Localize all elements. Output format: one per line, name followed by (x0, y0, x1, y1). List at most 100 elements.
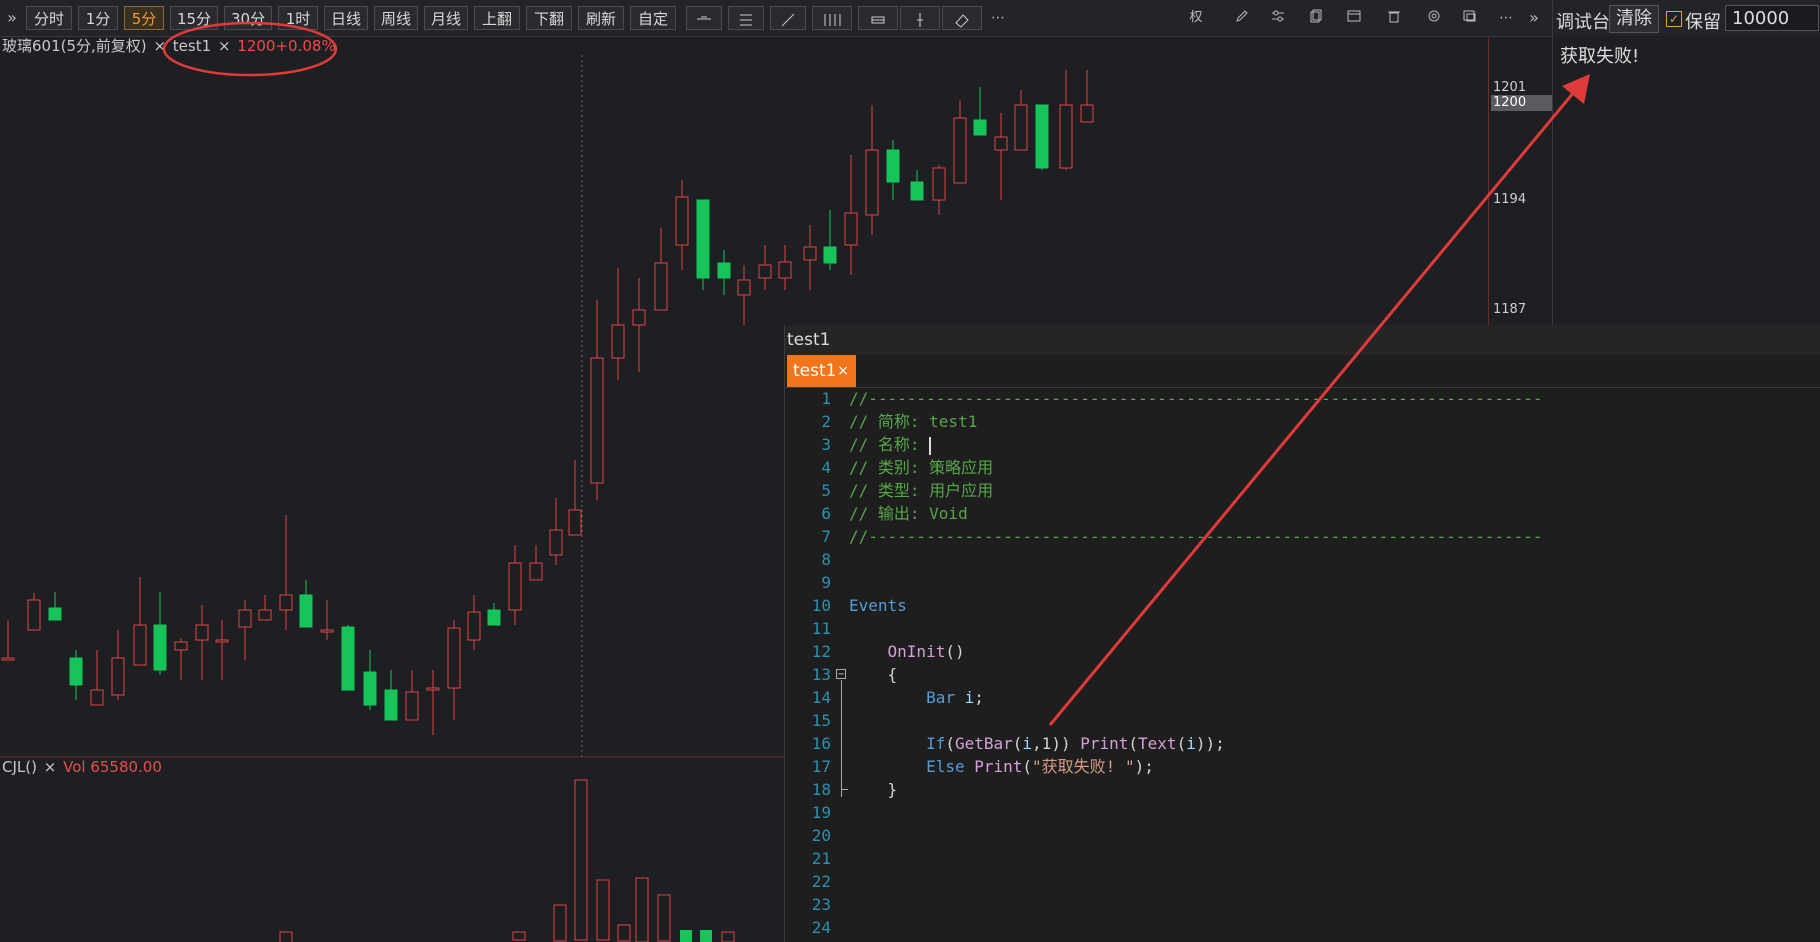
vertical-lines-button[interactable] (812, 6, 852, 30)
trash-icon[interactable] (1384, 8, 1404, 28)
line-number: 4 (821, 458, 831, 477)
candle-body (737, 279, 751, 296)
candle-body (823, 246, 837, 264)
code-line: 21 (785, 847, 1820, 870)
line-number: 14 (811, 688, 831, 707)
candle-body (717, 262, 731, 279)
candle-body (133, 624, 147, 666)
window-icon[interactable] (1344, 8, 1364, 28)
volume-bar (721, 931, 735, 942)
candle-body (932, 167, 946, 201)
candle-body (1014, 104, 1028, 151)
expand-left-icon[interactable]: » (2, 8, 22, 28)
expand-right-icon[interactable]: » (1524, 8, 1544, 28)
code-line: 4 // 类别: 策略应用 (785, 456, 1820, 479)
line-number: 24 (811, 918, 831, 937)
candle-body (973, 119, 987, 136)
candle-body (844, 212, 858, 246)
period-button-monthly[interactable]: 月线 (424, 6, 468, 30)
diagonal-line-icon (781, 13, 795, 26)
fold-toggle-icon[interactable]: − (836, 669, 846, 680)
keep-checkbox[interactable]: ✓ (1666, 11, 1682, 27)
volume-bar (553, 904, 567, 942)
target-icon[interactable] (1424, 8, 1444, 28)
tab-label: test1 (793, 361, 837, 381)
more-tools-icon[interactable]: ⋯ (988, 8, 1008, 28)
period-button-weekly[interactable]: 周线 (374, 6, 418, 30)
code-editor: test1 test1 × 1 //-----------------------… (784, 325, 1820, 942)
more-icon[interactable]: ⋯ (1496, 8, 1516, 28)
period-button-5min[interactable]: 5分 (124, 6, 164, 30)
power-adjust-icon[interactable]: 权 (1186, 8, 1206, 28)
copy-icon[interactable] (1306, 8, 1326, 28)
code-line: 7 //-------------------------------------… (785, 525, 1820, 548)
code-line: 18 } (785, 778, 1820, 801)
rectangle-tool-button[interactable] (858, 6, 898, 30)
code-text: // 类别: 策略应用 (849, 458, 994, 477)
console-header: 调试台 清除 ✓ 保留 10000 (1553, 0, 1820, 36)
hline-tool-button[interactable] (686, 6, 722, 30)
custom-button[interactable]: 自定 (630, 6, 676, 30)
line-number: 20 (811, 826, 831, 845)
refresh-button[interactable]: 刷新 (578, 6, 624, 30)
period-button-fenshi[interactable]: 分时 (26, 6, 72, 30)
code-line: 14 Bar i; (785, 686, 1820, 709)
candle-body (508, 562, 522, 611)
trendline-button[interactable] (770, 6, 806, 30)
code-text: //--------------------------------------… (849, 527, 1543, 546)
editor-tab[interactable]: test1 × (787, 355, 856, 387)
code-text: Events (849, 596, 907, 615)
code-line: 13 {− (785, 663, 1820, 686)
sliders-icon[interactable] (1268, 8, 1288, 28)
line-number: 1 (821, 389, 831, 408)
code-text: // 类型: 用户应用 (849, 481, 994, 500)
candle-body (778, 261, 792, 279)
code-area[interactable]: 1 //-------------------------------------… (785, 387, 1820, 942)
clear-button[interactable]: 清除 (1609, 5, 1659, 33)
code-line: 11 (785, 617, 1820, 640)
candle-body (632, 309, 646, 326)
candle-body (1035, 104, 1049, 169)
close-icon[interactable]: × (44, 758, 57, 776)
volume-bar (596, 879, 610, 941)
volume-bar (512, 931, 526, 941)
cross-tool-button[interactable] (900, 6, 940, 30)
volume-bar (279, 931, 293, 942)
line-number: 7 (821, 527, 831, 546)
candle-body (1080, 104, 1094, 123)
candle-body (1, 657, 15, 661)
volume-bar (657, 894, 671, 942)
code-line: 19 (785, 801, 1820, 824)
eraser-tool-button[interactable] (942, 6, 982, 30)
page-up-button[interactable]: 上翻 (474, 6, 520, 30)
code-line: 17 Else Print("获取失败! "); (785, 755, 1820, 778)
tab-close-icon[interactable]: × (837, 355, 849, 387)
period-button-1min[interactable]: 1分 (78, 6, 118, 30)
line-number: 16 (811, 734, 831, 753)
symbol-label: 玻璃601(5分,前复权) (2, 37, 147, 55)
annotation-ellipse (162, 21, 338, 77)
code-text: Else Print("获取失败! "); (926, 757, 1154, 776)
parallel-lines-button[interactable] (728, 6, 764, 30)
code-line: 2 // 简称: test1 (785, 410, 1820, 433)
axis-label: 1201 (1493, 80, 1527, 95)
debug-console: 调试台 清除 ✓ 保留 10000 获取失败! (1552, 0, 1820, 325)
line-number: 10 (811, 596, 831, 615)
line-number: 5 (821, 481, 831, 500)
code-text: OnInit() (887, 642, 965, 661)
text-cursor (929, 436, 932, 455)
candle-body (111, 657, 125, 696)
limit-input[interactable]: 10000 (1725, 5, 1819, 31)
pencil-icon[interactable] (1232, 8, 1252, 28)
candle-body (90, 689, 104, 706)
volume-legend: CJL() × Vol 65580.00 (2, 758, 162, 776)
candle-body (696, 199, 710, 279)
code-text: Bar i; (926, 688, 984, 707)
code-line: 15 (785, 709, 1820, 732)
page-down-button[interactable]: 下翻 (526, 6, 572, 30)
candle-body (1059, 104, 1073, 169)
code-line: 5 // 类型: 用户应用 (785, 479, 1820, 502)
code-line: 23 (785, 893, 1820, 916)
candle-body (568, 509, 582, 536)
layers-icon[interactable] (1460, 8, 1480, 28)
